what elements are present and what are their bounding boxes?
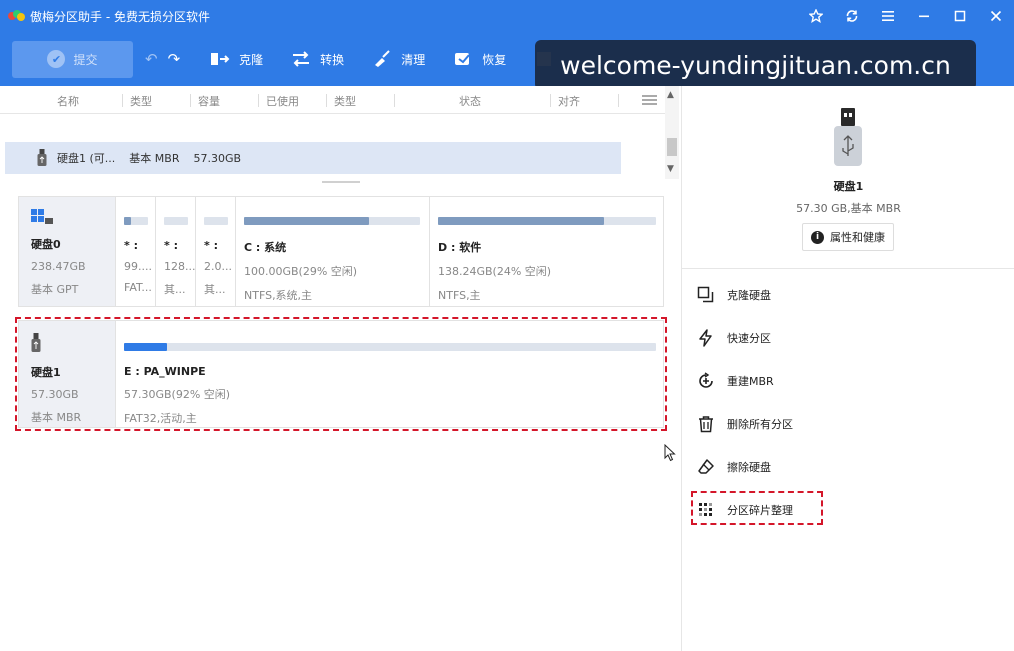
undo-icon[interactable]: ↶ [145, 50, 158, 68]
wipe-disk-item[interactable]: 擦除硬盘 [696, 457, 771, 477]
disk-list-panel: 名称 类型 容量 已使用 类型 状态 对齐 ▲ ▼ 硬盘1 (可... 基本 M… [0, 86, 681, 651]
app-title: 傲梅分区助手 - 免费无损分区软件 [30, 9, 210, 24]
col-status[interactable]: 状态 [459, 93, 481, 109]
convert-icon [291, 50, 311, 68]
close-icon[interactable] [978, 0, 1014, 32]
table-row[interactable]: 硬盘1 (可... 基本 MBR 57.30GB [5, 142, 621, 174]
lightning-icon [696, 328, 716, 348]
clone-disk-item[interactable]: 克隆硬盘 [696, 285, 771, 305]
disk0-name: 硬盘0 [31, 238, 61, 251]
col-type[interactable]: 类型 [130, 93, 152, 109]
rebuild-mbr-item[interactable]: 重建MBR [696, 371, 774, 391]
maximize-icon[interactable] [942, 0, 978, 32]
column-header: 名称 类型 容量 已使用 类型 状态 对齐 [0, 86, 665, 114]
delete-all-partitions-item[interactable]: 删除所有分区 [696, 414, 793, 434]
star-icon[interactable] [798, 0, 834, 32]
col-align[interactable]: 对齐 [558, 93, 580, 109]
selected-disk-summary: 57.30 GB,基本 MBR [796, 202, 901, 215]
check-icon: ✔ [47, 50, 66, 68]
row-disk-type: 基本 MBR [129, 152, 180, 165]
scroll-down-icon[interactable]: ▼ [667, 164, 674, 174]
partition-d[interactable]: D : 软件 138.24GB(24% 空闲) NTFS,主 [429, 197, 663, 306]
disk0-card[interactable]: 硬盘0 238.47GB 基本 GPT * : 99.... FAT... * … [18, 196, 664, 307]
refresh-icon[interactable] [834, 0, 870, 32]
partition-block[interactable]: * : 99.... FAT... [115, 197, 155, 306]
disk0-info[interactable]: 硬盘0 238.47GB 基本 GPT [19, 197, 115, 306]
row-disk-name: 硬盘1 (可... [57, 152, 116, 165]
scroll-up-icon[interactable]: ▲ [667, 90, 674, 100]
windows-icon [31, 209, 53, 224]
clean-icon [372, 50, 392, 68]
watermark: welcome-yundingjituan.com.cn [535, 40, 976, 90]
panel-splitter[interactable] [322, 181, 360, 183]
row-disk-capacity: 57.30GB [193, 151, 242, 165]
partition-c[interactable]: C : 系统 100.00GB(29% 空闲) NTFS,系统,主 [235, 197, 429, 306]
properties-health-button[interactable]: i 属性和健康 [802, 223, 894, 251]
col-name[interactable]: 名称 [57, 93, 79, 109]
scroll-thumb[interactable] [667, 138, 677, 156]
selected-disk-name: 硬盘1 [833, 180, 864, 193]
restore-button[interactable]: 恢复 [453, 50, 506, 68]
scrollbar[interactable]: ▲ ▼ [665, 86, 679, 179]
restore-icon [453, 50, 473, 68]
menu-icon[interactable] [870, 0, 906, 32]
defrag-highlight [691, 491, 823, 525]
submit-button[interactable]: ✔ 提交 [12, 40, 133, 78]
usb-drive-icon [37, 149, 47, 166]
col-capacity[interactable]: 容量 [198, 93, 220, 109]
col-fstype[interactable]: 类型 [334, 93, 356, 109]
convert-button[interactable]: 转换 [291, 50, 344, 68]
selection-highlight [15, 317, 667, 431]
details-panel: 硬盘1 57.30 GB,基本 MBR i 属性和健康 克隆硬盘 快速分区 重建… [681, 86, 1014, 651]
info-icon: i [811, 230, 824, 244]
clone-disk-icon [696, 285, 716, 305]
minimize-icon[interactable] [906, 0, 942, 32]
eraser-icon [696, 457, 716, 477]
quick-partition-item[interactable]: 快速分区 [696, 328, 771, 348]
col-used[interactable]: 已使用 [266, 93, 299, 109]
clean-button[interactable]: 清理 [372, 50, 425, 68]
disk0-size: 238.47GB [31, 260, 86, 273]
disk-summary: 硬盘1 57.30 GB,基本 MBR i 属性和健康 [682, 86, 1014, 269]
mouse-cursor-icon [664, 444, 676, 462]
app-logo-icon [8, 10, 25, 22]
usb-drive-icon [834, 108, 862, 166]
disk0-type: 基本 GPT [31, 283, 79, 296]
redo-icon[interactable]: ↷ [168, 50, 181, 68]
column-menu-icon[interactable] [642, 95, 657, 107]
clone-button[interactable]: 克隆 [210, 50, 263, 68]
clone-icon [210, 50, 230, 68]
trash-icon [696, 414, 716, 434]
partition-block[interactable]: * : 128.... 其... [155, 197, 195, 306]
partition-block[interactable]: * : 2.0... 其... [195, 197, 235, 306]
rebuild-mbr-icon [696, 371, 716, 391]
title-bar: 傲梅分区助手 - 免费无损分区软件 [0, 0, 1014, 32]
